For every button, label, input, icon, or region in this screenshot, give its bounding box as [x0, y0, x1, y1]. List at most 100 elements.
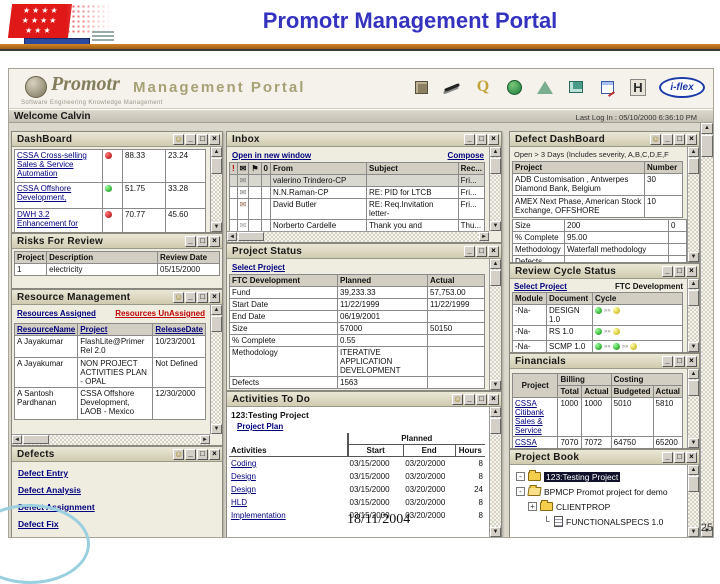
scrollbar-thumb[interactable] [701, 135, 713, 157]
minimize-button[interactable]: _ [185, 448, 196, 460]
resource-titlebar[interactable]: Resource Management ☺ _ □ × [12, 290, 222, 305]
tree-label[interactable]: BPMCP Promot project for demo [544, 487, 668, 497]
letter-q-icon[interactable]: Q [473, 77, 493, 97]
table-row[interactable]: A Jayakumar NON PROJECT ACTIVITIES PLAN … [13, 357, 206, 388]
table-row[interactable]: CSSA Cross-selling Sales & Service Autom… [14, 149, 206, 183]
financial-project-link[interactable]: CSSA Citibank Sales & Service [515, 399, 544, 435]
close-button[interactable]: × [488, 393, 499, 405]
scroll-up-button[interactable]: ▲ [211, 147, 222, 157]
risks-titlebar[interactable]: Risks For Review _ □ × [12, 234, 222, 249]
select-project-link[interactable]: Select Project [514, 282, 567, 291]
close-button[interactable]: × [209, 448, 220, 460]
sort-header-project[interactable]: Project [80, 325, 107, 334]
defects-titlebar[interactable]: Defects ☺ _ □ × [12, 447, 222, 462]
signing-pen-icon[interactable] [442, 77, 462, 97]
minimize-button[interactable]: _ [464, 245, 475, 257]
maximize-button[interactable]: □ [674, 451, 685, 463]
scrollbar-thumb[interactable] [490, 158, 501, 174]
scroll-up-button[interactable]: ▲ [701, 123, 713, 134]
minimize-button[interactable]: _ [662, 133, 673, 145]
mountain-icon[interactable] [535, 77, 555, 97]
scroll-left-button[interactable]: ◄ [227, 232, 237, 241]
importance-column-icon[interactable]: ! [229, 162, 238, 175]
tree-item[interactable]: + CLIENTPROP [512, 499, 697, 514]
project-plan-link[interactable]: Project Plan [237, 422, 283, 431]
help-button[interactable]: ☺ [173, 448, 184, 460]
activity-link[interactable]: Design [231, 485, 256, 494]
scroll-down-button[interactable]: ▼ [211, 222, 222, 232]
maximize-button[interactable]: □ [674, 133, 685, 145]
maximize-button[interactable]: □ [197, 291, 208, 303]
scrollbar-thumb[interactable] [211, 316, 222, 332]
minimize-button[interactable]: _ [464, 393, 475, 405]
review-cycle-titlebar[interactable]: Review Cycle Status _ □ × [510, 264, 699, 279]
minimize-button[interactable]: _ [662, 355, 673, 367]
table-row[interactable]: A Jayakumar FlashLite@Primer Rel 2.0 10/… [13, 335, 206, 358]
activity-link[interactable]: HLD [231, 498, 247, 507]
scroll-down-button[interactable]: ▼ [688, 438, 699, 448]
help-button[interactable]: ☺ [650, 133, 661, 145]
activity-link[interactable]: Design [231, 472, 256, 481]
minimize-button[interactable]: _ [185, 291, 196, 303]
attachment-column-icon[interactable]: 0 [260, 162, 272, 175]
inbox-titlebar[interactable]: Inbox _ □ × [227, 132, 501, 147]
scroll-right-button[interactable]: ► [200, 435, 210, 444]
tree-expander[interactable]: + [528, 502, 537, 511]
minimize-button[interactable]: _ [185, 133, 196, 145]
from-column-header[interactable]: From [270, 162, 367, 175]
financial-project-link[interactable]: CSSA Offshore [515, 438, 546, 448]
resources-assigned-link[interactable]: Resources Assigned [17, 309, 96, 318]
select-project-link[interactable]: Select Project [232, 263, 285, 272]
vertical-scrollbar[interactable]: ▲ ▼ [687, 465, 699, 537]
minimize-button[interactable]: _ [662, 265, 673, 277]
scrollbar-thumb[interactable] [23, 435, 49, 444]
close-button[interactable]: × [686, 451, 697, 463]
scroll-up-button[interactable]: ▲ [688, 465, 699, 475]
close-button[interactable]: × [209, 235, 220, 247]
tree-label[interactable]: CLIENTPROP [556, 502, 610, 512]
maximize-button[interactable]: □ [476, 133, 487, 145]
project-book-titlebar[interactable]: Project Book _ □ × [510, 450, 699, 465]
close-button[interactable]: × [686, 355, 697, 367]
compose-link[interactable]: Compose [448, 151, 484, 160]
received-column-header[interactable]: Rec... [457, 162, 486, 175]
table-row[interactable]: CSSA Offshore Development, 51.75 33.28 [14, 182, 206, 209]
scrollbar-thumb[interactable] [688, 380, 699, 396]
cube-icon[interactable] [411, 77, 431, 97]
inbox-row-selected[interactable]: ✉ valerino Trindero-CP Fri... [229, 174, 486, 187]
help-button[interactable]: ☺ [173, 133, 184, 145]
vertical-scrollbar[interactable]: ▲ ▼ [489, 147, 501, 231]
close-button[interactable]: × [209, 133, 220, 145]
horizontal-scrollbar[interactable]: ◄ ► [227, 231, 489, 242]
maximize-button[interactable]: □ [476, 393, 487, 405]
tree-expander[interactable]: - [516, 472, 525, 481]
tree-label-selected[interactable]: 123:Testing Project [544, 471, 621, 482]
tree-item[interactable]: └ FUNCTIONALSPECS 1.0 [512, 514, 697, 529]
defect-analysis-link[interactable]: Defect Analysis [18, 485, 81, 495]
minimize-button[interactable]: _ [464, 133, 475, 145]
vertical-scrollbar[interactable]: ▲ ▼ [210, 147, 222, 232]
maximize-button[interactable]: □ [674, 355, 685, 367]
close-button[interactable]: × [488, 245, 499, 257]
minimize-button[interactable]: _ [185, 235, 196, 247]
tree-expander[interactable]: - [516, 487, 525, 496]
flag-column-icon[interactable]: ⚑ [248, 162, 262, 175]
vertical-scrollbar[interactable]: ▲ ▼ [687, 369, 699, 448]
scroll-up-button[interactable]: ▲ [490, 407, 501, 417]
sort-header-resource-name[interactable]: ResourceName [17, 325, 75, 334]
close-button[interactable]: × [488, 133, 499, 145]
scroll-up-button[interactable]: ▲ [688, 369, 699, 379]
picture-icon[interactable] [566, 77, 586, 97]
help-button[interactable]: ☺ [173, 291, 184, 303]
scroll-up-button[interactable]: ▲ [211, 305, 222, 315]
vertical-scrollbar[interactable]: ▲ ▼ [489, 259, 501, 390]
table-row[interactable]: A Santosh Pardhanan CSSA Offshore Develo… [13, 387, 206, 420]
maximize-button[interactable]: □ [476, 245, 487, 257]
project-link[interactable]: CSSA Offshore Development, [17, 184, 71, 202]
vertical-scrollbar[interactable]: ▲ ▼ [210, 305, 222, 434]
scroll-down-button[interactable]: ▼ [688, 527, 699, 537]
scrollbar-thumb[interactable] [490, 270, 501, 286]
sort-header-release-date[interactable]: ReleaseDate [155, 325, 203, 334]
activity-link[interactable]: Coding [231, 459, 256, 468]
maximize-button[interactable]: □ [197, 133, 208, 145]
